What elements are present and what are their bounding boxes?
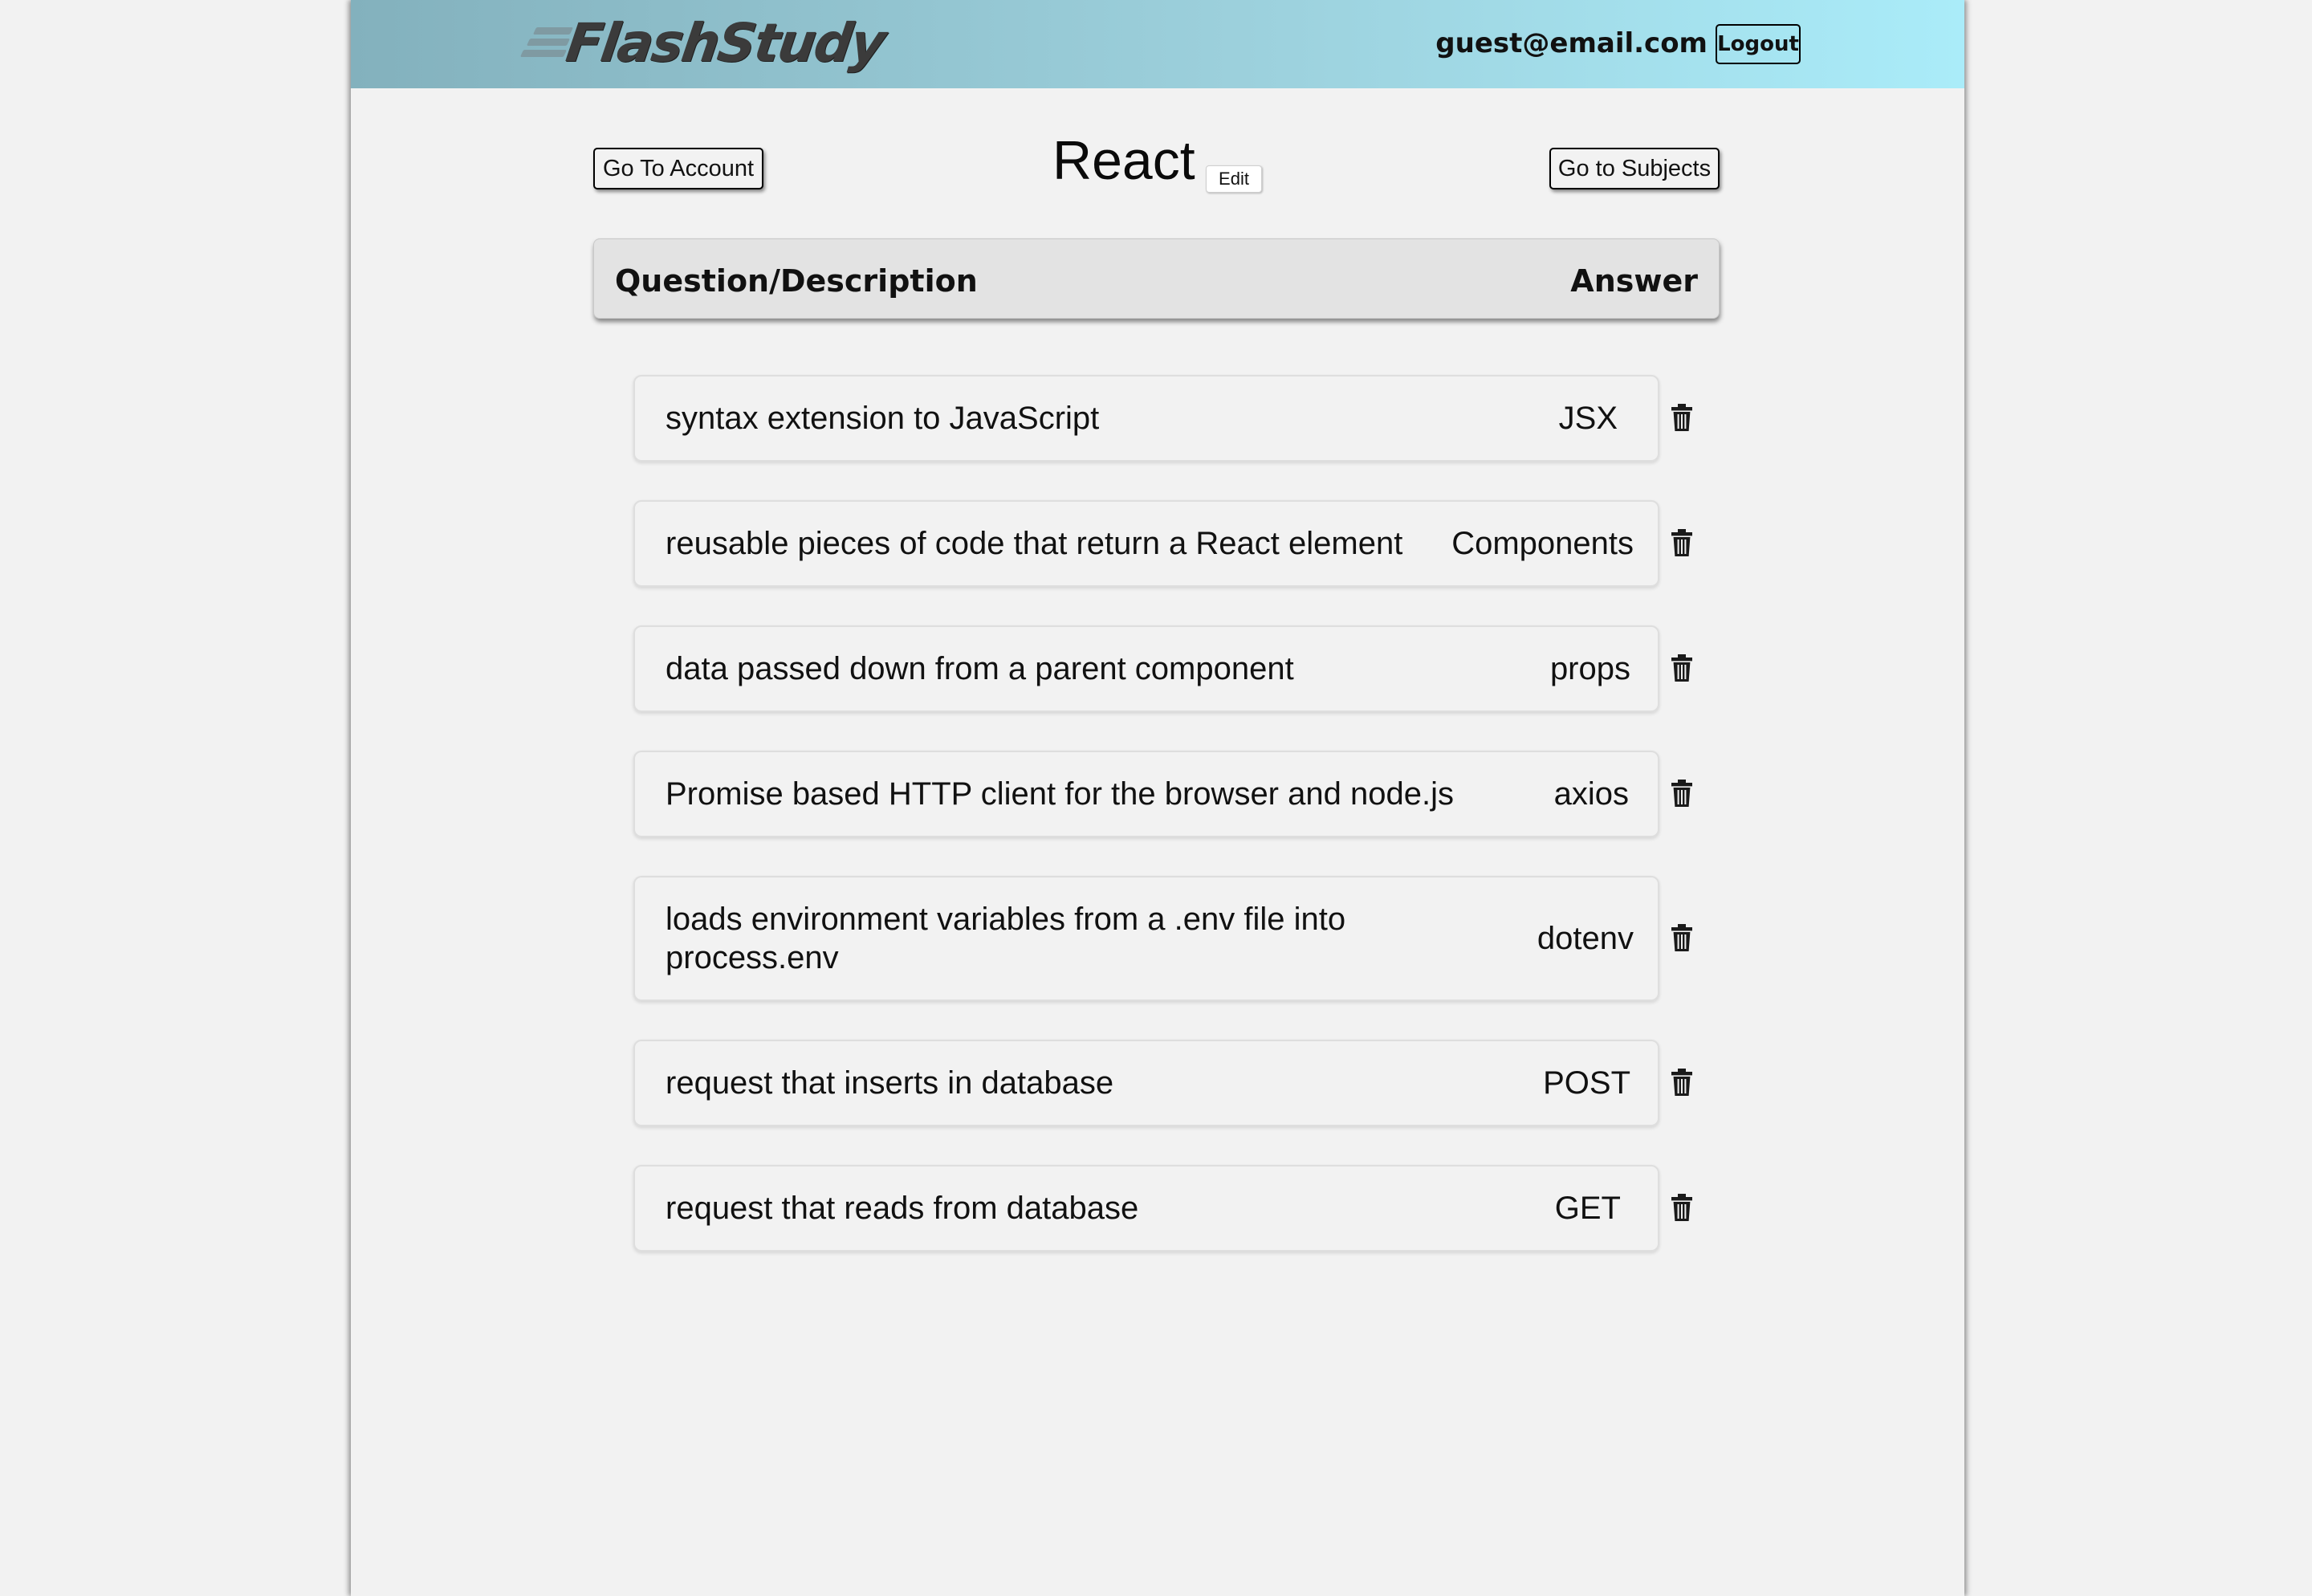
trash-icon[interactable]: [1671, 403, 1693, 432]
flashcard-row[interactable]: syntax extension to JavaScript JSX: [633, 375, 1659, 462]
edit-subject-button[interactable]: Edit: [1206, 165, 1262, 193]
card-question: request that inserts in database: [666, 1065, 1114, 1101]
card-answer: POST: [1543, 1065, 1630, 1101]
card-question: Promise based HTTP client for the browse…: [666, 776, 1454, 812]
trash-icon[interactable]: [1671, 779, 1693, 808]
card-question: data passed down from a parent component: [666, 651, 1294, 686]
flashcard-row[interactable]: data passed down from a parent component…: [633, 625, 1659, 712]
flashcard-row[interactable]: request that inserts in database POST: [633, 1040, 1659, 1126]
go-to-subjects-button[interactable]: Go to Subjects: [1549, 148, 1720, 189]
card-answer: JSX: [1558, 401, 1618, 436]
flashcard-row[interactable]: reusable pieces of code that return a Re…: [633, 500, 1659, 587]
card-question: request that reads from database: [666, 1191, 1139, 1226]
card-answer: Components: [1451, 526, 1634, 561]
subject-title: React: [1052, 130, 1195, 191]
trash-icon[interactable]: [1671, 528, 1693, 557]
flashcard-row[interactable]: Promise based HTTP client for the browse…: [633, 751, 1659, 837]
card-question: syntax extension to JavaScript: [666, 401, 1100, 436]
trash-icon[interactable]: [1671, 653, 1693, 682]
flashstudy-logo[interactable]: FlashStudy: [515, 10, 888, 75]
flashcard-row[interactable]: request that reads from database GET: [633, 1165, 1659, 1252]
card-question: reusable pieces of code that return a Re…: [666, 526, 1403, 561]
card-answer: dotenv: [1537, 921, 1634, 956]
trash-icon[interactable]: [1671, 1068, 1693, 1097]
trash-icon[interactable]: [1671, 923, 1693, 952]
trash-icon[interactable]: [1671, 1193, 1693, 1222]
flashcard-row[interactable]: loads environment variables from a .env …: [633, 876, 1659, 1001]
user-email: guest@email.com: [1435, 27, 1708, 59]
top-header: FlashStudy guest@email.com Logout: [351, 0, 1964, 88]
app-page: FlashStudy guest@email.com Logout Go To …: [351, 0, 1964, 1596]
card-answer: props: [1549, 651, 1630, 686]
card-answer: axios: [1553, 776, 1629, 812]
card-question: loads environment variables from a .env …: [666, 902, 1346, 975]
logout-button[interactable]: Logout: [1716, 24, 1801, 64]
logo-stripes-icon: [515, 22, 574, 63]
card-answer: GET: [1554, 1191, 1621, 1226]
go-to-account-button[interactable]: Go To Account: [593, 148, 763, 189]
question-column-header: Question/Description: [615, 263, 978, 299]
logo-text: FlashStudy: [562, 11, 889, 74]
column-header: Question/Description Answer: [593, 238, 1720, 319]
answer-column-header: Answer: [1570, 263, 1698, 299]
